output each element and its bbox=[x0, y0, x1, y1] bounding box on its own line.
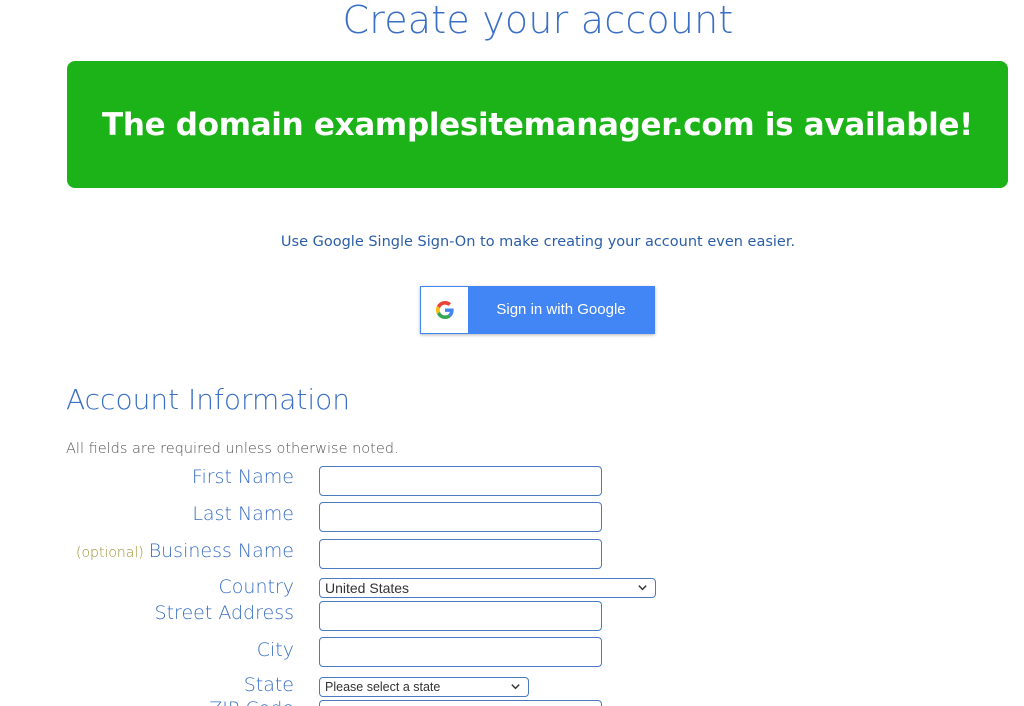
google-g-icon bbox=[435, 301, 454, 319]
optional-tag: (optional) bbox=[76, 545, 144, 561]
country-label: Country bbox=[218, 576, 294, 598]
zip-code-input[interactable] bbox=[319, 700, 602, 706]
zip-code-label: ZIP Code bbox=[209, 698, 294, 706]
city-input[interactable] bbox=[319, 637, 602, 667]
street-address-input[interactable] bbox=[319, 601, 602, 631]
chevron-down-icon bbox=[511, 684, 520, 690]
last-name-input[interactable] bbox=[319, 502, 602, 532]
last-name-label: Last Name bbox=[192, 503, 294, 525]
business-name-label-row: (optional) Business Name bbox=[76, 540, 294, 562]
chevron-down-icon bbox=[638, 585, 647, 591]
city-label: City bbox=[256, 639, 294, 661]
first-name-input[interactable] bbox=[319, 466, 602, 496]
account-information-heading: Account Information bbox=[66, 383, 351, 416]
business-name-label: Business Name bbox=[148, 540, 294, 562]
page-title: Create your account bbox=[342, 0, 734, 42]
domain-available-banner: The domain examplesitemanager.com is ava… bbox=[67, 61, 1008, 188]
first-name-label: First Name bbox=[191, 466, 294, 488]
required-fields-note: All fields are required unless otherwise… bbox=[66, 441, 399, 457]
state-label: State bbox=[243, 674, 294, 696]
street-address-label: Street Address bbox=[154, 602, 294, 624]
state-select[interactable]: Please select a state bbox=[319, 677, 529, 697]
country-select[interactable]: United States bbox=[319, 578, 656, 598]
domain-available-text: The domain examplesitemanager.com is ava… bbox=[101, 106, 974, 143]
sso-description: Use Google Single Sign-On to make creati… bbox=[280, 234, 796, 250]
google-icon-box bbox=[421, 287, 468, 333]
country-select-value: United States bbox=[325, 580, 410, 596]
google-sign-in-button[interactable]: Sign in with Google bbox=[420, 286, 655, 334]
google-sign-in-label: Sign in with Google bbox=[496, 301, 626, 318]
state-select-value: Please select a state bbox=[325, 680, 441, 694]
business-name-input[interactable] bbox=[319, 539, 602, 569]
create-account-page: Create your account The domain examplesi… bbox=[0, 0, 1024, 706]
